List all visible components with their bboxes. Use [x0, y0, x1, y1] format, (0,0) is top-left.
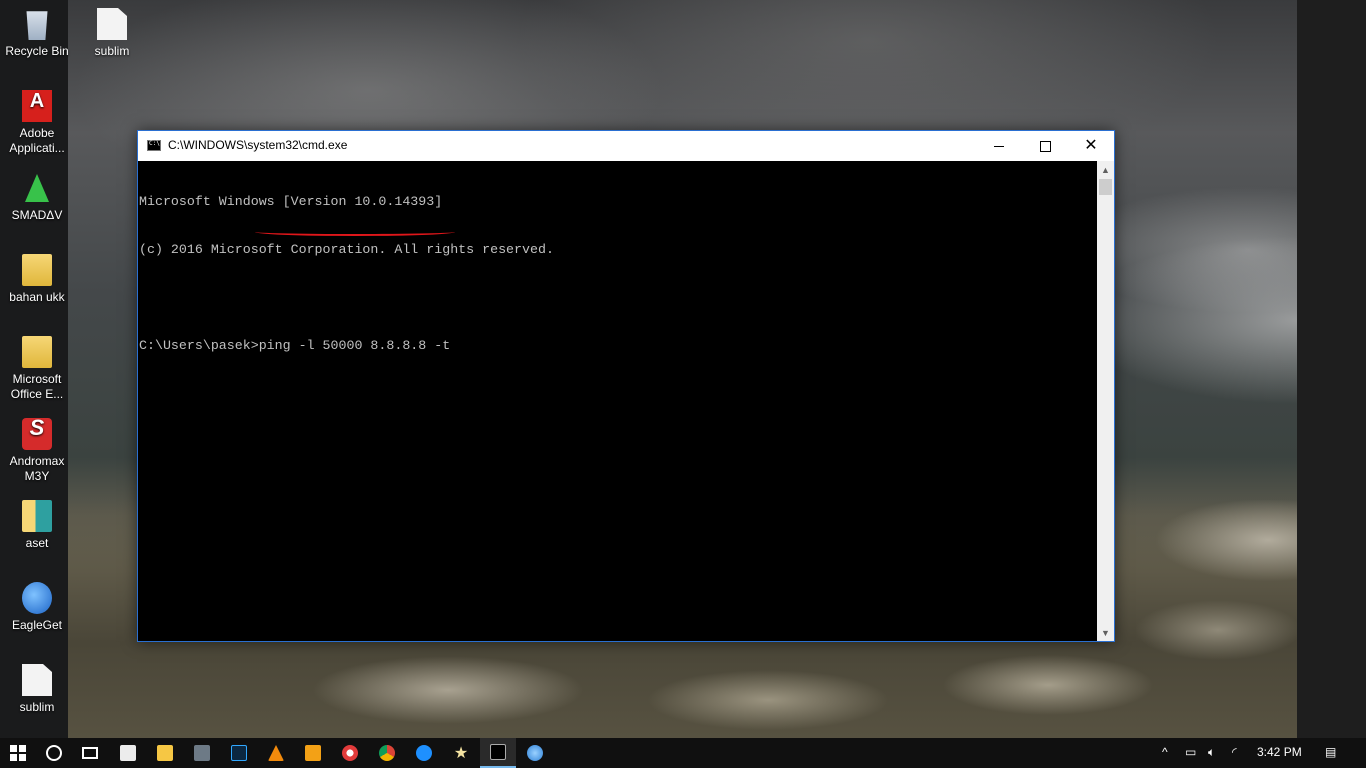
task-view-button[interactable] [72, 738, 108, 768]
paint-icon [527, 745, 543, 761]
desktop-icon-bahan-ukk[interactable]: bahan ukk [1, 254, 73, 305]
media-player-icon [305, 745, 321, 761]
smadav-icon [22, 172, 52, 204]
red-annotation-underline [255, 228, 455, 236]
scroll-thumb[interactable] [1099, 179, 1112, 195]
console-line: (c) 2016 Microsoft Corporation. All righ… [139, 242, 554, 257]
desktop-icon-label: sublim [19, 700, 55, 714]
taskbar-paint[interactable] [517, 738, 553, 768]
file-icon [22, 664, 52, 696]
recycle-bin-icon [26, 11, 48, 40]
taskbar: ★ ^ ▭ 🔈︎ ◜ 3:42 PM ▤ [0, 738, 1366, 768]
minimize-button[interactable] [976, 131, 1022, 161]
window-title: C:\WINDOWS\system32\cmd.exe [168, 138, 348, 152]
search-button[interactable] [36, 738, 72, 768]
battery-icon[interactable]: ▭ [1185, 745, 1196, 759]
desktop-icon-microsoft-office[interactable]: Microsoft Office E... [1, 336, 73, 402]
folder-icon [22, 336, 52, 368]
star-icon: ★ [453, 745, 469, 762]
desktop-icon-aset[interactable]: aset [1, 500, 73, 551]
clock[interactable]: 3:42 PM [1257, 745, 1302, 759]
minimize-icon [994, 145, 1004, 147]
taskbar-star-app[interactable]: ★ [443, 738, 479, 768]
desktop-icon-adobe[interactable]: Adobe Applicati... [1, 90, 73, 156]
desktop-right-strip [1297, 0, 1366, 738]
desktop-icon-recycle-bin[interactable]: Recycle Bin [1, 8, 73, 59]
taskbar-browser[interactable] [332, 738, 368, 768]
taskbar-edge[interactable] [406, 738, 442, 768]
tray-overflow-chevron[interactable]: ^ [1162, 745, 1168, 759]
maximize-button[interactable] [1022, 131, 1068, 161]
desktop-icon-label: Andromax M3Y [9, 454, 65, 483]
action-center-icon[interactable]: ▤ [1325, 745, 1336, 759]
console-prompt-line: C:\Users\pasek>ping -l 50000 8.8.8.8 -t [139, 338, 451, 353]
folder-icon [22, 254, 52, 286]
browser-icon [342, 745, 358, 761]
close-button[interactable]: ✕ [1068, 131, 1114, 161]
file-icon [97, 8, 127, 40]
photoshop-icon [231, 745, 247, 761]
start-button[interactable] [0, 738, 36, 768]
desktop-icon-label: bahan ukk [9, 290, 65, 304]
taskbar-photoshop[interactable] [221, 738, 257, 768]
taskbar-media[interactable] [184, 738, 220, 768]
windows-logo-icon [10, 745, 26, 761]
desktop-icon-eagleget[interactable]: EagleGet [1, 582, 73, 633]
desktop-icon-label: Microsoft Office E... [10, 372, 64, 401]
scroll-down-arrow-icon[interactable]: ▼ [1097, 624, 1114, 641]
volume-icon[interactable]: 🔈︎ [1208, 745, 1215, 760]
wifi-icon[interactable]: ◜ [1232, 745, 1237, 759]
desktop-icon-smadav[interactable]: SMADΔV [1, 172, 73, 223]
taskbar-chrome[interactable] [369, 738, 405, 768]
vlc-icon [268, 745, 284, 761]
taskbar-cmd[interactable] [480, 738, 516, 768]
desktop-icon-label: sublim [94, 44, 130, 58]
file-explorer-icon [157, 745, 173, 761]
desktop-icon-sublim[interactable]: sublim [76, 8, 148, 59]
console-line: Microsoft Windows [Version 10.0.14393] [139, 194, 443, 209]
maximize-icon [1039, 140, 1051, 152]
cmd-icon [490, 744, 506, 760]
scroll-up-arrow-icon[interactable]: ▲ [1097, 161, 1114, 178]
store-icon [120, 745, 136, 761]
chrome-icon [379, 745, 395, 761]
desktop-icon-sublim-2[interactable]: sublim [1, 664, 73, 715]
cmd-window[interactable]: C:\WINDOWS\system32\cmd.exe ✕ Microsoft … [137, 130, 1115, 642]
desktop-icon-andromax[interactable]: Andromax M3Y [1, 418, 73, 484]
edge-icon [416, 745, 432, 761]
desktop-icon-label: Recycle Bin [5, 44, 69, 58]
console-output[interactable]: Microsoft Windows [Version 10.0.14393] (… [138, 161, 1098, 641]
desktop-icon-label: EagleGet [11, 618, 63, 632]
eagleget-icon [22, 582, 52, 614]
adobe-icon [22, 90, 52, 122]
vertical-scrollbar[interactable]: ▲ ▼ [1097, 161, 1114, 641]
andromax-icon [22, 418, 52, 450]
desktop-icon-label: Adobe Applicati... [9, 126, 65, 155]
folder-icon [22, 500, 52, 532]
window-titlebar[interactable]: C:\WINDOWS\system32\cmd.exe ✕ [138, 131, 1114, 161]
task-view-icon [82, 747, 98, 759]
taskbar-file-explorer[interactable] [147, 738, 183, 768]
desktop-icon-label: aset [25, 536, 49, 550]
taskbar-vlc[interactable] [258, 738, 294, 768]
close-icon: ✕ [1084, 137, 1098, 154]
taskbar-media-player[interactable] [295, 738, 331, 768]
cmd-icon [147, 140, 161, 151]
desktop-icon-label: SMADΔV [11, 208, 63, 222]
media-icon [194, 745, 210, 761]
search-icon [46, 745, 62, 761]
taskbar-store[interactable] [110, 738, 146, 768]
